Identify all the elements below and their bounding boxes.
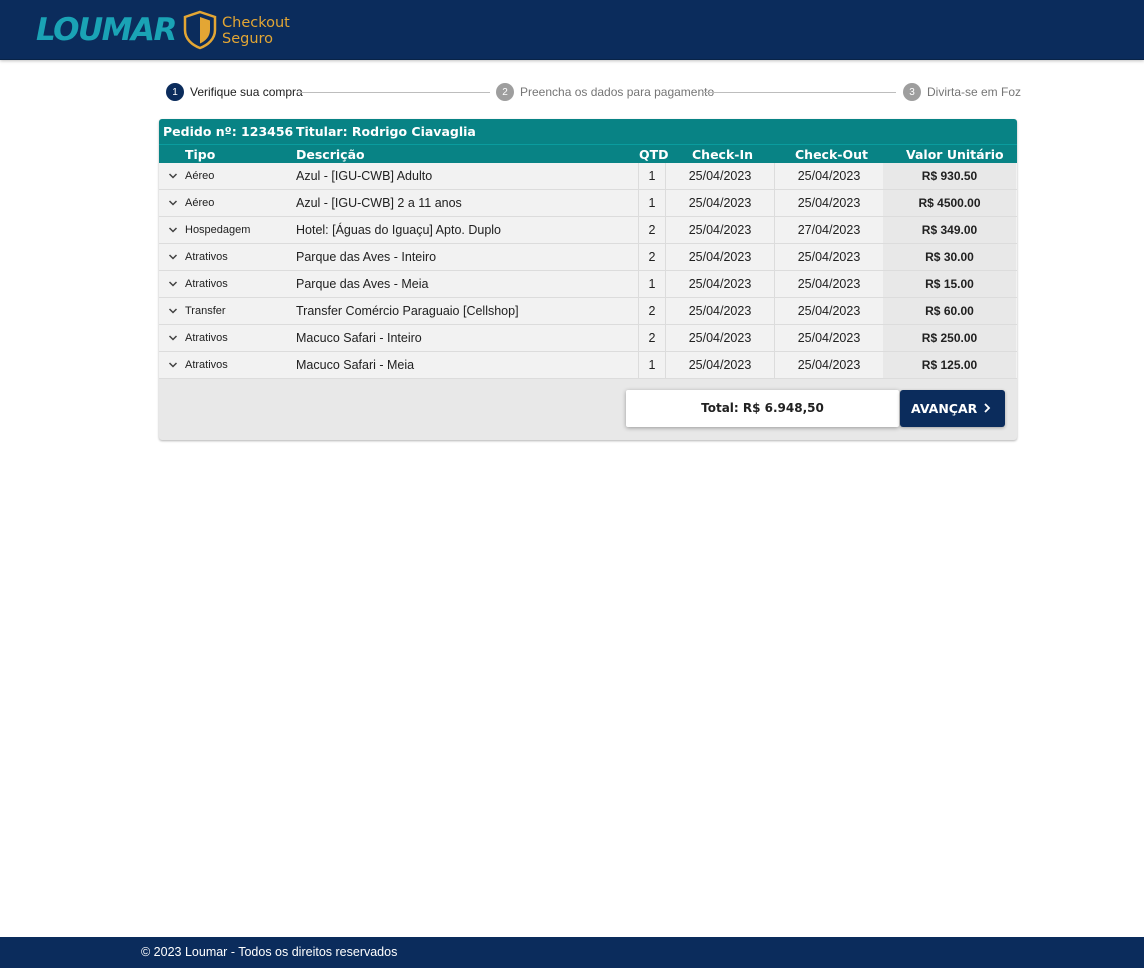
step-verify[interactable]: 1 Verifique sua compra bbox=[166, 83, 303, 101]
item-valor: R$ 250.00 bbox=[883, 325, 1016, 351]
chevron-right-icon bbox=[984, 403, 991, 413]
order-summary-card: Pedido nº: 123456 Titular: Rodrigo Ciava… bbox=[159, 119, 1017, 440]
chevron-down-icon[interactable] bbox=[167, 244, 179, 270]
item-qtd: 1 bbox=[638, 190, 666, 216]
item-tipo: Atrativos bbox=[185, 332, 228, 344]
chevron-down-icon[interactable] bbox=[167, 298, 179, 324]
item-qtd: 1 bbox=[638, 352, 666, 378]
item-descricao: Macuco Safari - Inteiro bbox=[296, 331, 422, 345]
secure-checkout-label: Checkout Seguro bbox=[222, 15, 290, 47]
secure-line-2: Seguro bbox=[222, 31, 274, 47]
item-checkin: 25/04/2023 bbox=[666, 298, 775, 324]
item-tipo: Atrativos bbox=[185, 278, 228, 290]
item-checkout: 25/04/2023 bbox=[797, 196, 861, 210]
item-checkout: 25/04/2023 bbox=[797, 304, 861, 318]
item-checkin: 25/04/2023 bbox=[666, 352, 775, 378]
col-tipo: Tipo bbox=[185, 147, 216, 162]
item-valor: R$ 30.00 bbox=[883, 244, 1016, 270]
step-1-label: Verifique sua compra bbox=[190, 85, 303, 99]
item-descricao: Azul - [IGU-CWB] Adulto bbox=[296, 169, 433, 183]
col-valor: Valor Unitário bbox=[906, 147, 1004, 162]
item-checkout: 25/04/2023 bbox=[797, 358, 861, 372]
step-2-label: Preencha os dados para pagamento bbox=[520, 85, 715, 99]
chevron-down-icon[interactable] bbox=[167, 271, 179, 297]
chevron-down-icon[interactable] bbox=[167, 217, 179, 243]
item-qtd: 2 bbox=[638, 325, 666, 351]
item-descricao: Transfer Comércio Paraguaio [Cellshop] bbox=[296, 304, 519, 318]
advance-button[interactable]: AVANÇAR bbox=[900, 390, 1005, 427]
top-header: LOUMAR Checkout Seguro bbox=[0, 0, 1144, 60]
step-connector-2 bbox=[702, 92, 896, 93]
chevron-down-icon[interactable] bbox=[167, 190, 179, 216]
table-row[interactable]: Aéreo Azul - [IGU-CWB] 2 a 11 anos 1 25/04/… bbox=[159, 190, 1017, 217]
item-descricao: Macuco Safari - Meia bbox=[296, 358, 415, 372]
item-checkin: 25/04/2023 bbox=[666, 325, 775, 351]
table-row[interactable]: Atrativos Parque das Aves - Inteiro 2 25/04… bbox=[159, 244, 1017, 271]
item-checkin: 25/04/2023 bbox=[666, 217, 775, 243]
advance-label: AVANÇAR bbox=[911, 401, 978, 416]
item-valor: R$ 125.00 bbox=[883, 352, 1016, 378]
col-checkout: Check-Out bbox=[795, 147, 868, 162]
item-checkin: 25/04/2023 bbox=[666, 163, 775, 189]
checkout-stepper: 1 Verifique sua compra 2 Preencha os dad… bbox=[166, 83, 1021, 101]
item-descricao: Parque das Aves - Meia bbox=[296, 277, 429, 291]
order-holder: Titular: Rodrigo Ciavaglia bbox=[296, 124, 476, 139]
item-valor: R$ 4500.00 bbox=[883, 190, 1016, 216]
item-checkin: 25/04/2023 bbox=[666, 271, 775, 297]
item-valor: R$ 60.00 bbox=[883, 298, 1016, 324]
table-row[interactable]: Atrativos Macuco Safari - Meia 1 25/04/2023… bbox=[159, 352, 1017, 379]
item-checkout: 25/04/2023 bbox=[797, 169, 861, 183]
chevron-down-icon[interactable] bbox=[167, 325, 179, 351]
table-row[interactable]: Aéreo Azul - [IGU-CWB] Adulto 1 25/04/2023 2… bbox=[159, 163, 1017, 190]
item-qtd: 2 bbox=[638, 244, 666, 270]
step-connector-1 bbox=[297, 92, 490, 93]
item-tipo: Aéreo bbox=[185, 170, 215, 182]
step-2-number: 2 bbox=[496, 83, 514, 101]
page-footer: © 2023 Loumar - Todos os direitos reserv… bbox=[0, 937, 1144, 968]
table-row[interactable]: Atrativos Parque das Aves - Meia 1 25/04/20… bbox=[159, 271, 1017, 298]
secure-line-1: Checkout bbox=[222, 15, 290, 31]
step-3-number: 3 bbox=[903, 83, 921, 101]
item-qtd: 2 bbox=[638, 298, 666, 324]
table-header: Tipo Descrição QTD Check-In Check-Out Va… bbox=[159, 144, 1017, 163]
table-row[interactable]: Hospedagem Hotel: [Águas do Iguaçu] Apto.… bbox=[159, 217, 1017, 244]
shield-icon bbox=[183, 10, 217, 50]
item-tipo: Transfer bbox=[185, 305, 226, 317]
loumar-logo[interactable]: LOUMAR bbox=[36, 10, 177, 50]
item-descricao: Azul - [IGU-CWB] 2 a 11 anos bbox=[296, 196, 462, 210]
order-header: Pedido nº: 123456 Titular: Rodrigo Ciava… bbox=[159, 119, 1017, 144]
col-descricao: Descrição bbox=[296, 147, 365, 162]
item-checkin: 25/04/2023 bbox=[666, 190, 775, 216]
item-checkout: 25/04/2023 bbox=[797, 277, 861, 291]
col-qtd: QTD bbox=[639, 147, 669, 162]
item-checkin: 25/04/2023 bbox=[666, 244, 775, 270]
step-1-number: 1 bbox=[166, 83, 184, 101]
item-valor: R$ 349.00 bbox=[883, 217, 1016, 243]
step-3-label: Divirta-se em Foz bbox=[927, 85, 1022, 99]
step-enjoy[interactable]: 3 Divirta-se em Foz bbox=[903, 83, 1021, 101]
chevron-down-icon[interactable] bbox=[167, 163, 179, 189]
order-total: Total: R$ 6.948,50 bbox=[626, 390, 899, 427]
col-checkin: Check-In bbox=[692, 147, 754, 162]
item-tipo: Atrativos bbox=[185, 251, 228, 263]
item-checkout: 27/04/2023 bbox=[797, 223, 861, 237]
item-checkout: 25/04/2023 bbox=[797, 250, 861, 264]
item-valor: R$ 15.00 bbox=[883, 271, 1016, 297]
item-qtd: 2 bbox=[638, 217, 666, 243]
item-tipo: Aéreo bbox=[185, 197, 215, 209]
order-number: Pedido nº: 123456 bbox=[163, 124, 294, 139]
step-payment[interactable]: 2 Preencha os dados para pagamento bbox=[496, 83, 714, 101]
item-qtd: 1 bbox=[638, 163, 666, 189]
chevron-down-icon[interactable] bbox=[167, 352, 179, 378]
table-row[interactable]: Atrativos Macuco Safari - Inteiro 2 25/04/2… bbox=[159, 325, 1017, 352]
item-descricao: Hotel: [Águas do Iguaçu] Apto. Duplo bbox=[296, 223, 501, 237]
item-descricao: Parque das Aves - Inteiro bbox=[296, 250, 437, 264]
item-qtd: 1 bbox=[638, 271, 666, 297]
table-row[interactable]: Transfer Transfer Comércio Paraguaio [Cel… bbox=[159, 298, 1017, 325]
item-checkout: 25/04/2023 bbox=[797, 331, 861, 345]
item-valor: R$ 930.50 bbox=[883, 163, 1016, 189]
footer-copyright: © 2023 Loumar - Todos os direitos reserv… bbox=[141, 945, 398, 959]
item-tipo: Atrativos bbox=[185, 359, 228, 371]
item-tipo: Hospedagem bbox=[185, 224, 251, 236]
